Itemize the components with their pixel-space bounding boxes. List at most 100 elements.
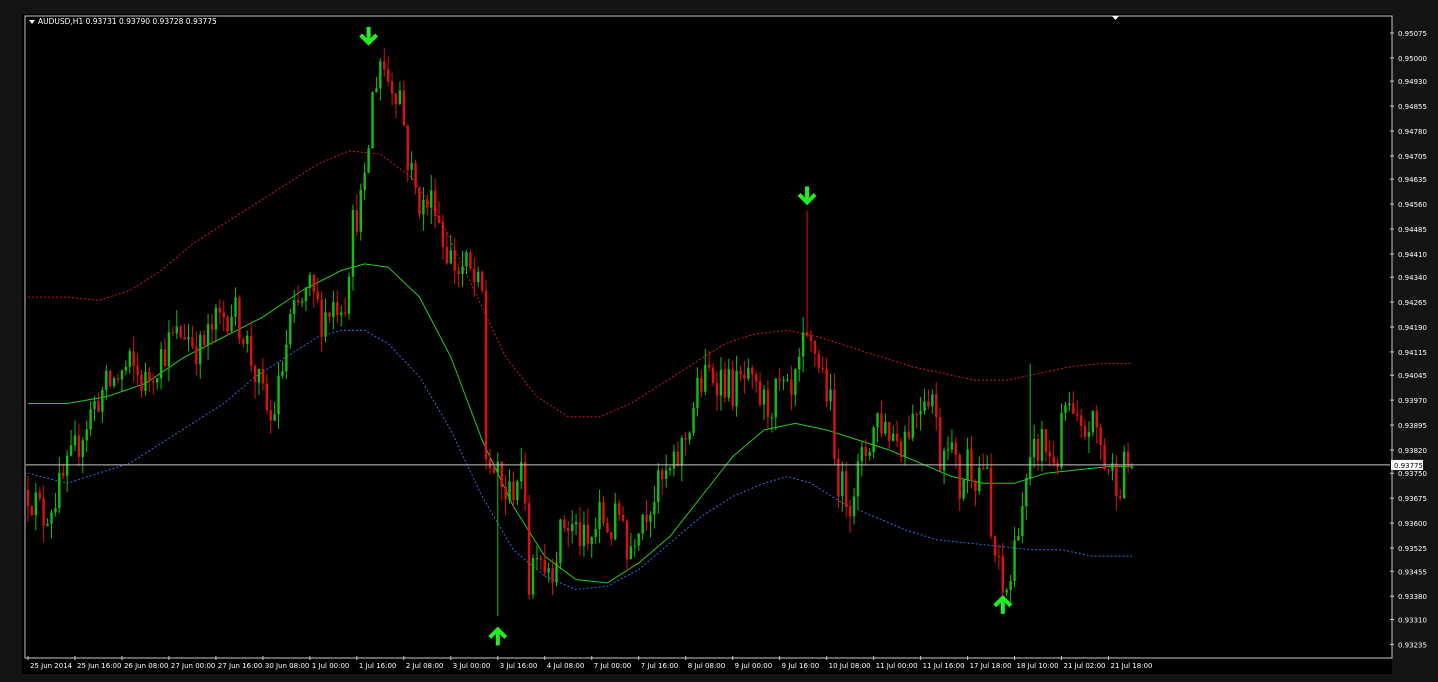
price-chart[interactable]: 0.95075 0.95000 0.94930 0.94855 0.94780 0.947… — [22, 14, 1438, 674]
candle-body — [676, 451, 680, 466]
y-tick-label: 0.94190 — [1398, 324, 1427, 332]
candle-body — [1044, 429, 1048, 453]
candle-body — [590, 537, 593, 544]
candle-body — [1013, 540, 1016, 581]
candle-body — [437, 215, 441, 223]
candle-body — [383, 61, 386, 70]
x-tick-label: 30 Jun 08:00 — [265, 662, 309, 670]
candle-body — [559, 519, 562, 563]
candle-body — [195, 346, 198, 365]
candle-body — [285, 344, 288, 372]
y-tick-label: 0.93455 — [1398, 568, 1427, 576]
candle-body — [1111, 463, 1114, 471]
candle-body — [1048, 452, 1051, 457]
candle-body — [754, 374, 758, 382]
x-tick-label: 1 Jul 16:00 — [359, 662, 397, 670]
candle-body — [179, 326, 182, 337]
candle-body — [931, 394, 934, 407]
x-tick-label: 7 Jul 00:00 — [594, 662, 632, 670]
candle-body — [692, 407, 695, 433]
candle-body — [1036, 438, 1040, 461]
candle-body — [989, 467, 993, 537]
candle-body — [93, 401, 96, 410]
x-tick-label: 21 Jul 18:00 — [1111, 662, 1153, 670]
candle-body — [214, 307, 218, 330]
candle-body — [657, 470, 660, 503]
candle-body — [527, 503, 531, 595]
candle-body — [555, 562, 558, 583]
candle-body — [136, 365, 139, 375]
candle-body — [496, 461, 499, 473]
candle-body — [993, 536, 997, 556]
candle-body — [606, 523, 609, 533]
candle-body — [281, 371, 284, 376]
candle-body — [688, 432, 691, 440]
candle-body — [1099, 427, 1102, 446]
candle-body — [246, 335, 249, 344]
candle-body — [101, 389, 104, 412]
candle-body — [551, 568, 554, 583]
candlestick-chart[interactable]: 0.95075 0.95000 0.94930 0.94855 0.94780 0.947… — [22, 14, 1438, 674]
candle-body — [743, 374, 746, 379]
candle-body — [845, 471, 848, 507]
candle-body — [637, 533, 640, 546]
candle-body — [664, 470, 668, 479]
candle-body — [829, 389, 832, 402]
y-tick-label: 0.93750 — [1398, 470, 1427, 478]
candle-body — [684, 438, 687, 440]
candle-body — [978, 468, 981, 492]
x-tick-label: 10 Jul 08:00 — [829, 662, 871, 670]
candle-body — [222, 312, 225, 318]
candle-body — [625, 520, 629, 560]
candle-body — [567, 527, 570, 531]
x-tick-label: 3 Jul 00:00 — [453, 662, 491, 670]
candle-body — [351, 210, 355, 277]
candle-body — [355, 210, 359, 232]
candle-body — [950, 442, 954, 450]
candle-body — [610, 532, 613, 540]
candle-body — [375, 88, 378, 93]
candle-body — [1029, 457, 1032, 479]
candle-body — [81, 440, 85, 457]
x-tick-label: 3 Jul 16:00 — [500, 662, 538, 670]
candle-body — [594, 529, 597, 538]
candle-body — [731, 369, 734, 407]
candle-body — [89, 409, 92, 430]
candle-body — [668, 468, 672, 471]
x-tick-label: 1 Jul 00:00 — [312, 662, 350, 670]
candle-body — [774, 378, 777, 418]
y-tick-label: 0.94115 — [1398, 349, 1427, 357]
candle-body — [970, 449, 973, 482]
candle-body — [379, 61, 382, 89]
candle-body — [614, 503, 617, 540]
candle-body — [390, 81, 394, 94]
candle-body — [85, 429, 88, 441]
candle-body — [324, 312, 327, 337]
candle-body — [1040, 429, 1044, 461]
candle-body — [997, 555, 1001, 557]
candle-body — [473, 268, 476, 283]
candle-body — [661, 470, 664, 479]
candle-body — [433, 190, 437, 216]
candle-body — [316, 291, 319, 300]
x-tick-label: 21 Jul 02:00 — [1064, 662, 1106, 670]
candle-body — [833, 389, 836, 459]
candle-body — [762, 389, 766, 405]
candle-body — [1072, 403, 1075, 414]
candle-body — [465, 252, 468, 267]
candle-body — [46, 523, 49, 526]
candle-body — [1095, 411, 1098, 428]
candle-body — [813, 341, 817, 354]
y-tick-label: 0.93895 — [1398, 422, 1427, 430]
x-tick-label: 26 Jun 08:00 — [124, 662, 168, 670]
candle-body — [293, 300, 296, 315]
y-tick-label: 0.94855 — [1398, 103, 1427, 111]
candle-body — [786, 379, 789, 381]
candle-body — [649, 514, 652, 522]
candle-body — [504, 486, 507, 500]
candle-body — [206, 324, 210, 345]
candle-body — [719, 369, 723, 396]
candle-body — [218, 307, 222, 313]
candle-body — [69, 445, 73, 456]
candle-body — [696, 377, 699, 408]
